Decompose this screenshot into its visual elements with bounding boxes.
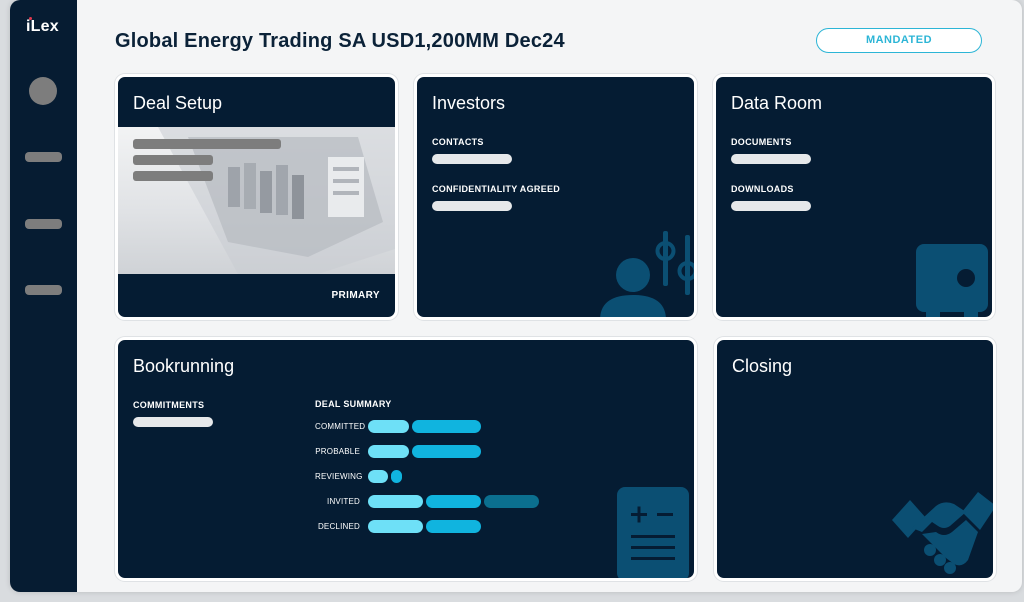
contacts-value <box>432 154 512 164</box>
card-title: Investors <box>432 93 506 113</box>
summary-row-label: COMMITTED <box>315 422 366 431</box>
avatar[interactable] <box>29 77 57 105</box>
invited-bar-segment <box>368 495 423 508</box>
summary-row-label: DECLINED <box>317 522 360 531</box>
sidebar-item-3[interactable] <box>25 285 62 295</box>
declined-bar-segment <box>426 520 481 533</box>
app-window: iLex Global Energy Trading SA USD1,200MM… <box>10 0 1022 592</box>
placeholder-line <box>133 155 213 165</box>
card-investors[interactable]: Investors CONTACTS CONFIDENTIALITY AGREE… <box>414 74 697 320</box>
calculator-document-icon <box>617 487 689 578</box>
card-title: Data Room <box>731 93 823 113</box>
declined-bar-segment <box>368 520 423 533</box>
summary-row-label: REVIEWING <box>315 472 363 481</box>
card-data-room[interactable]: Data Room DOCUMENTS DOWNLOADS <box>713 74 995 320</box>
card-title: Closing <box>732 356 793 376</box>
documents-label: DOCUMENTS <box>731 137 792 147</box>
handshake-icon <box>892 492 993 574</box>
card-title: Bookrunning <box>133 356 235 376</box>
deal-summary-label: DEAL SUMMARY <box>315 399 392 409</box>
confidentiality-label: CONFIDENTIALITY AGREED <box>432 184 561 194</box>
sidebar-item-1[interactable] <box>25 152 62 162</box>
card-deal-setup[interactable]: Deal Setup PRIMARY <box>115 74 398 320</box>
card-title: Deal Setup <box>133 93 223 113</box>
confidentiality-value <box>432 201 512 211</box>
card-bookrunning[interactable]: Bookrunning COMMITMENTS DEAL SUMMARY COM… <box>115 337 697 581</box>
reviewing-bar-segment <box>391 470 402 483</box>
reviewing-bar-segment <box>368 470 388 483</box>
card-closing[interactable]: Closing <box>714 337 996 581</box>
deal-type-label: PRIMARY <box>331 290 380 301</box>
committed-bar-segment <box>412 420 481 433</box>
ship-image <box>118 127 395 274</box>
sidebar: iLex <box>10 0 77 592</box>
commitments-value <box>133 417 213 427</box>
probable-bar-segment <box>368 445 409 458</box>
committed-bar-segment <box>368 420 409 433</box>
downloads-label: DOWNLOADS <box>731 184 794 194</box>
sidebar-item-2[interactable] <box>25 219 62 229</box>
placeholder-line <box>133 139 281 149</box>
summary-row-label: INVITED <box>327 497 360 506</box>
investor-settings-icon <box>600 231 694 317</box>
placeholder-line <box>133 171 213 181</box>
documents-value <box>731 154 811 164</box>
downloads-value <box>731 201 811 211</box>
app-logo[interactable]: iLex <box>26 18 59 36</box>
safe-icon <box>916 244 988 317</box>
page-title: Global Energy Trading SA USD1,200MM Dec2… <box>115 30 565 52</box>
logo-dot <box>29 17 32 20</box>
commitments-label: COMMITMENTS <box>133 400 205 410</box>
probable-bar-segment <box>412 445 481 458</box>
cargo-ship-illustration <box>158 127 395 274</box>
invited-bar-segment <box>484 495 539 508</box>
contacts-label: CONTACTS <box>432 137 484 147</box>
invited-bar-segment <box>426 495 481 508</box>
status-badge: MANDATED <box>816 28 982 53</box>
summary-row-label: PROBABLE <box>315 447 360 456</box>
